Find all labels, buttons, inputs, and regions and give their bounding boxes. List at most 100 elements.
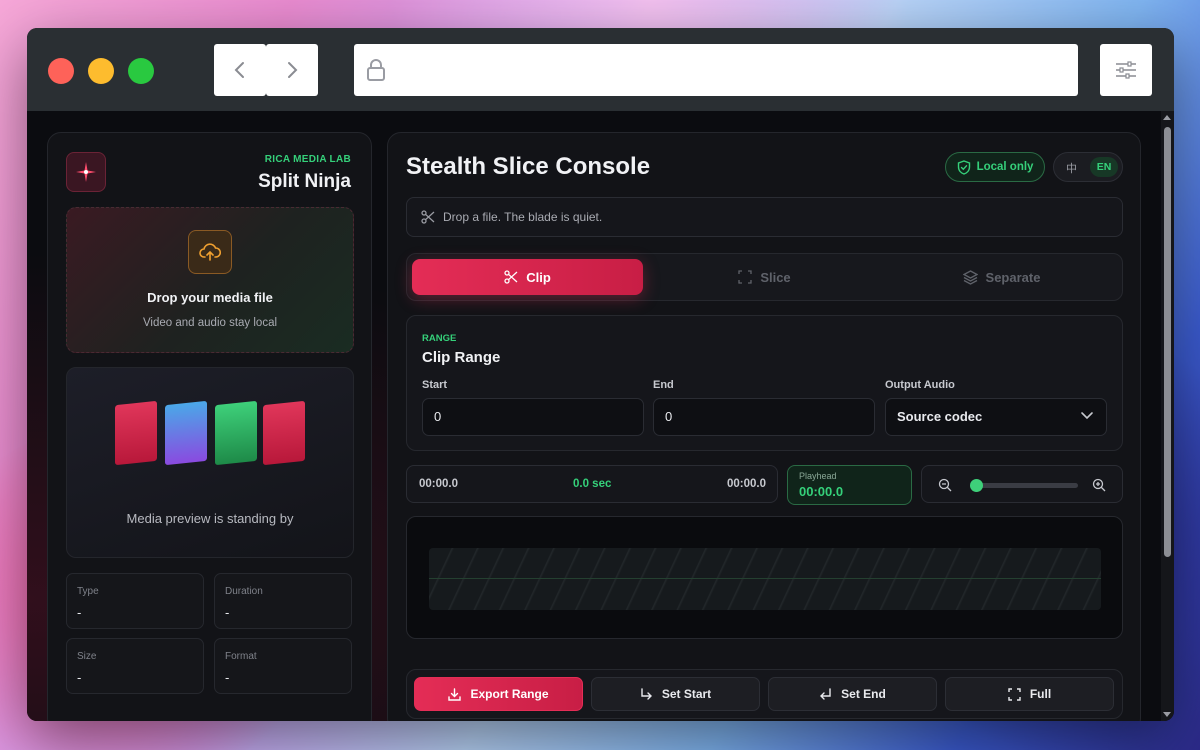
local-only-label: Local only [976,161,1034,173]
page-scrollbar[interactable] [1161,111,1174,721]
set-end-label: Set End [841,687,886,701]
zoom-slider-thumb[interactable] [970,479,983,492]
scrollbar-thumb[interactable] [1164,127,1171,557]
meta-type: Type - [66,573,204,629]
upload-icon-box [188,230,232,274]
tab-clip[interactable]: Clip [412,259,643,295]
meta-format: Format - [214,638,352,694]
lang-option-zh[interactable]: 中 [1066,160,1077,176]
export-range-button[interactable]: Export Range [414,677,583,711]
start-label: Start [422,379,448,391]
forward-button[interactable] [266,44,318,96]
end-label: End [653,379,674,391]
set-start-label: Set Start [661,687,712,701]
zoom-slider-track[interactable] [972,483,1078,488]
zoom-in-icon[interactable] [1092,478,1106,492]
expand-icon [1008,687,1021,701]
preview-status: Media preview is standing by [126,511,294,526]
page-title: Stealth Slice Console [406,153,651,180]
browser-settings-button[interactable] [1100,44,1152,96]
range-kicker: RANGE [422,333,457,344]
waveform-track [429,548,1101,610]
preview-card-red [115,400,157,466]
set-start-button[interactable]: Set Start [591,677,760,711]
playhead-label: Playhead [799,471,837,481]
lang-option-en[interactable]: EN [1090,157,1118,177]
file-dropzone[interactable]: Drop your media file Video and audio sta… [66,207,354,353]
zoom-control [921,465,1123,503]
minimize-window-button[interactable] [88,58,114,84]
shuriken-icon [76,162,96,182]
status-bar: Drop a file. The blade is quiet. [406,197,1123,237]
export-range-label: Export Range [470,687,549,701]
preview-card-red-2 [263,400,305,466]
chevron-right-icon [288,62,298,78]
range-start-time: 00:00.0 [419,478,459,490]
media-preview: Media preview is standing by [66,367,354,558]
mode-tabs: Clip Slice Separate [406,253,1123,301]
playhead-value: 00:00.0 [799,484,844,499]
browser-titlebar [27,28,1174,111]
corner-down-left-icon [820,687,831,700]
chevron-down-icon [1081,412,1093,420]
output-audio-select[interactable]: Source codec [885,398,1107,436]
full-range-button[interactable]: Full [945,677,1114,711]
output-audio-label: Output Audio [885,379,955,391]
playhead-readout: Playhead 00:00.0 [787,465,912,505]
action-bar: Export Range Set Start Set End Full [406,669,1123,719]
lock-icon [367,59,385,81]
timeline-readout: 00:00.0 0.0 sec 00:00.0 [406,465,778,503]
address-bar[interactable] [354,44,1078,96]
preview-card-green [215,400,257,466]
full-range-label: Full [1029,687,1052,701]
meta-size: Size - [66,638,204,694]
zoom-out-icon[interactable] [938,478,952,492]
shield-check-icon [957,159,970,175]
crop-frame-icon [738,270,752,284]
range-duration: 0.0 sec [573,478,612,490]
close-window-button[interactable] [48,58,74,84]
tab-clip-label: Clip [526,269,551,285]
scissors-icon [421,210,435,224]
range-end-time: 00:00.0 [726,478,766,490]
meta-duration: Duration - [214,573,352,629]
meta-duration-value: - [225,605,230,620]
set-end-button[interactable]: Set End [768,677,937,711]
maximize-window-button[interactable] [128,58,154,84]
scroll-up-arrow[interactable] [1163,115,1171,120]
scroll-down-arrow[interactable] [1163,712,1171,717]
tab-separate[interactable]: Separate [886,259,1117,295]
output-audio-value: Source codec [897,409,983,424]
download-icon [448,687,462,701]
meta-size-value: - [77,670,82,685]
meta-type-value: - [77,605,82,620]
waveform-area[interactable] [406,516,1123,639]
language-toggle[interactable]: 中 EN [1053,152,1123,182]
tab-separate-label: Separate [985,269,1041,285]
app-content: RICA MEDIA LAB Split Ninja Drop your med… [27,111,1174,721]
brand-kicker: RICA MEDIA LAB [264,154,351,165]
cloud-upload-icon [199,243,221,261]
tab-slice-label: Slice [760,269,791,285]
meta-format-label: Format [225,651,257,662]
dropzone-title: Drop your media file [147,290,273,305]
clip-range-card: RANGE Clip Range Start 0 End 0 Output Au… [406,315,1123,451]
layers-icon [962,269,978,285]
waveform-centerline [429,578,1101,579]
local-only-badge: Local only [945,152,1045,182]
back-button[interactable] [214,44,266,96]
start-input[interactable]: 0 [422,398,644,436]
meta-size-label: Size [77,651,97,662]
sliders-icon [1116,61,1136,79]
status-message: Drop a file. The blade is quiet. [443,210,603,224]
end-input[interactable]: 0 [653,398,875,436]
preview-card-blue [165,400,207,466]
range-title: Clip Range [422,349,501,366]
tab-slice[interactable]: Slice [649,259,880,295]
brand-name: Split Ninja [258,171,351,192]
dropzone-subtitle: Video and audio stay local [142,317,278,329]
meta-format-value: - [225,670,230,685]
left-panel: RICA MEDIA LAB Split Ninja Drop your med… [47,132,372,721]
corner-down-right-icon [641,687,652,700]
browser-window: RICA MEDIA LAB Split Ninja Drop your med… [27,28,1174,721]
